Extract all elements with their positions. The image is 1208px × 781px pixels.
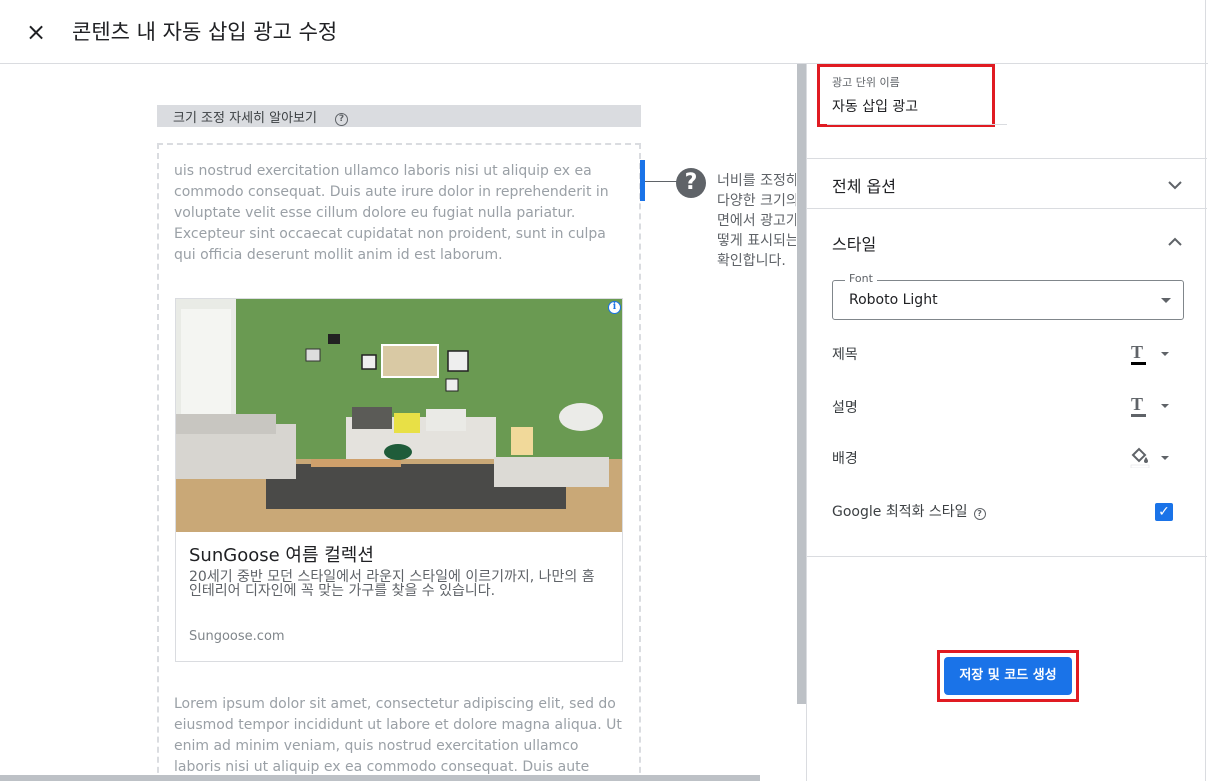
section-general-title[interactable]: 전체 옵션 xyxy=(832,173,896,197)
horizontal-scrollbar[interactable] xyxy=(0,775,760,781)
sample-article-text-bottom: Lorem ipsum dolor sit amet, consectetur … xyxy=(174,696,622,781)
resize-help-link[interactable]: 크기 조정 자세히 알아보기 xyxy=(173,111,317,126)
description-color-swatch xyxy=(1131,414,1146,417)
ad-display-url[interactable]: Sungoose.com xyxy=(189,629,285,644)
hint-line: 다양한 크기의 xyxy=(717,193,796,209)
google-optimized-style-label: Google 최적화 스타일? xyxy=(832,501,986,521)
save-and-get-code-button[interactable]: 저장 및 코드 생성 xyxy=(944,657,1072,695)
vertical-scrollbar[interactable] xyxy=(797,64,806,704)
sample-article-text-top: uis nostrud exercitation ullamco laboris… xyxy=(174,163,609,263)
page-title: 콘텐츠 내 자동 삽입 광고 수정 xyxy=(72,20,338,44)
ad-image[interactable]: i xyxy=(176,299,622,532)
hint-line: 떻게 표시되는 xyxy=(717,233,796,249)
ad-unit-name-label: 광고 단위 이름 xyxy=(832,76,900,89)
dropdown-caret-icon xyxy=(1161,456,1169,460)
description-style-label: 설명 xyxy=(832,400,858,416)
hint-connector xyxy=(645,181,677,182)
section-style-title[interactable]: 스타일 xyxy=(832,231,876,255)
text-color-icon: T xyxy=(1131,342,1144,362)
font-select[interactable]: Font Roboto Light xyxy=(832,272,1184,320)
google-optimized-checkbox[interactable]: ✓ xyxy=(1155,503,1173,521)
hint-line: 확인합니다. xyxy=(717,253,786,269)
hint-line: 면에서 광고가 xyxy=(717,213,796,229)
in-article-ad-card[interactable]: i SunGoose 여름 컬렉션 20세기 중반 모던 스타일에서 라운지 스… xyxy=(175,298,623,662)
ad-preview-area: 크기 조정 자세히 알아보기? uis nostrud exercitation… xyxy=(0,65,796,781)
font-label: Font xyxy=(845,272,877,285)
google-optimized-style-text: Google 최적화 스타일 xyxy=(832,504,968,520)
chevron-down-icon[interactable] xyxy=(1167,177,1183,193)
settings-panel: 광고 단위 이름 자동 삽입 광고 전체 옵션 스타일 Font Roboto … xyxy=(806,64,1208,781)
title-color-picker[interactable]: T xyxy=(1127,342,1177,366)
background-color-picker[interactable] xyxy=(1127,446,1177,470)
background-style-label: 배경 xyxy=(832,451,858,467)
ad-headline[interactable]: SunGoose 여름 컬렉션 xyxy=(189,541,374,567)
ad-unit-name-field[interactable]: 자동 삽입 광고 xyxy=(832,96,918,116)
help-icon[interactable]: ? xyxy=(334,113,348,126)
resize-help-bar[interactable]: 크기 조정 자세히 알아보기? xyxy=(157,105,641,127)
save-button-highlight: 저장 및 코드 생성 xyxy=(937,650,1079,702)
dropdown-caret-icon xyxy=(1161,404,1169,408)
font-selected-value: Roboto Light xyxy=(849,292,938,308)
close-icon[interactable]: × xyxy=(22,18,50,46)
question-icon: ? xyxy=(676,168,706,198)
section-general-options[interactable]: 전체 옵션 xyxy=(807,158,1207,208)
ad-choices-info-icon[interactable]: i xyxy=(608,301,621,314)
dialog-header: × 콘텐츠 내 자동 삽입 광고 수정 xyxy=(0,0,1208,64)
field-underline xyxy=(827,124,1007,125)
help-icon[interactable]: ? xyxy=(973,508,986,520)
panel-edge xyxy=(1205,0,1206,781)
title-style-label: 제목 xyxy=(832,347,858,363)
description-color-picker[interactable]: T xyxy=(1127,394,1177,418)
title-color-swatch xyxy=(1131,362,1146,365)
text-color-icon: T xyxy=(1131,394,1144,414)
fill-bucket-icon xyxy=(1130,447,1150,468)
dropdown-caret-icon xyxy=(1161,298,1171,303)
living-room-image xyxy=(176,299,622,532)
dropdown-caret-icon xyxy=(1161,352,1169,356)
hint-line: 너비를 조정하 xyxy=(717,173,796,189)
ad-description: 20세기 중반 모던 스타일에서 라운지 스타일에 이르기까지, 나만의 홈 인… xyxy=(189,569,595,599)
chevron-up-icon[interactable] xyxy=(1167,234,1183,250)
resize-hint-text: 너비를 조정하 다양한 크기의 면에서 광고가 떻게 표시되는 확인합니다. xyxy=(717,171,796,271)
divider xyxy=(807,556,1207,557)
